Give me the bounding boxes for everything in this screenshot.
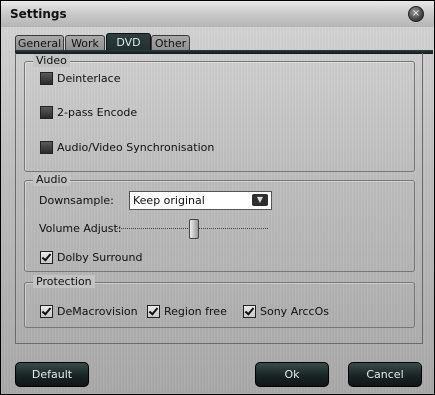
audio-group: Audio Downsample: Keep original ▼ Volume… (24, 173, 415, 272)
demacrovision-checkbox[interactable] (40, 305, 53, 318)
default-button[interactable]: Default (15, 362, 89, 387)
region-free-label: Region free (164, 305, 227, 318)
title-bar[interactable]: Settings × (1, 1, 434, 27)
downsample-label: Downsample: (39, 194, 114, 207)
cancel-button[interactable]: Cancel (348, 362, 422, 387)
sony-arccos-checkbox[interactable] (243, 305, 256, 318)
deinterlace-option[interactable]: Deinterlace (40, 72, 120, 85)
av-sync-option[interactable]: Audio/Video Synchronisation (40, 141, 214, 154)
region-free-checkbox[interactable] (147, 305, 160, 318)
sony-arccos-label: Sony ArccOs (260, 305, 329, 318)
window-title: Settings (10, 7, 67, 21)
region-free-option[interactable]: Region free (147, 305, 227, 318)
protection-legend: Protection (33, 275, 95, 288)
deinterlace-label: Deinterlace (57, 72, 121, 85)
downsample-select[interactable]: Keep original ▼ (129, 191, 272, 210)
downsample-value: Keep original (133, 194, 205, 207)
sony-arccos-option[interactable]: Sony ArccOs (243, 305, 329, 318)
volume-slider-thumb[interactable] (188, 219, 199, 239)
video-group: Video Deinterlace 2-pass Encode Audio/Vi… (24, 54, 415, 172)
chevron-down-icon[interactable]: ▼ (252, 194, 268, 206)
volume-label: Volume Adjust: (39, 222, 122, 235)
audio-legend: Audio (33, 173, 71, 186)
settings-window: Settings × General Work DVD Other Video … (0, 0, 435, 395)
two-pass-checkbox[interactable] (40, 106, 53, 119)
two-pass-label: 2-pass Encode (57, 106, 138, 119)
demacrovision-option[interactable]: DeMacrovision (40, 305, 138, 318)
protection-group: Protection DeMacrovision Region free Son… (24, 275, 415, 328)
two-pass-option[interactable]: 2-pass Encode (40, 106, 137, 119)
deinterlace-checkbox[interactable] (40, 72, 53, 85)
av-sync-checkbox[interactable] (40, 141, 53, 154)
dolby-label: Dolby Surround (57, 251, 143, 264)
close-icon[interactable]: × (408, 6, 424, 22)
ok-button[interactable]: Ok (255, 362, 329, 387)
av-sync-label: Audio/Video Synchronisation (57, 141, 215, 154)
dolby-option[interactable]: Dolby Surround (40, 251, 142, 264)
dvd-panel: Video Deinterlace 2-pass Encode Audio/Vi… (15, 53, 423, 344)
video-legend: Video (33, 54, 70, 67)
demacrovision-label: DeMacrovision (57, 305, 138, 318)
dolby-checkbox[interactable] (40, 251, 53, 264)
